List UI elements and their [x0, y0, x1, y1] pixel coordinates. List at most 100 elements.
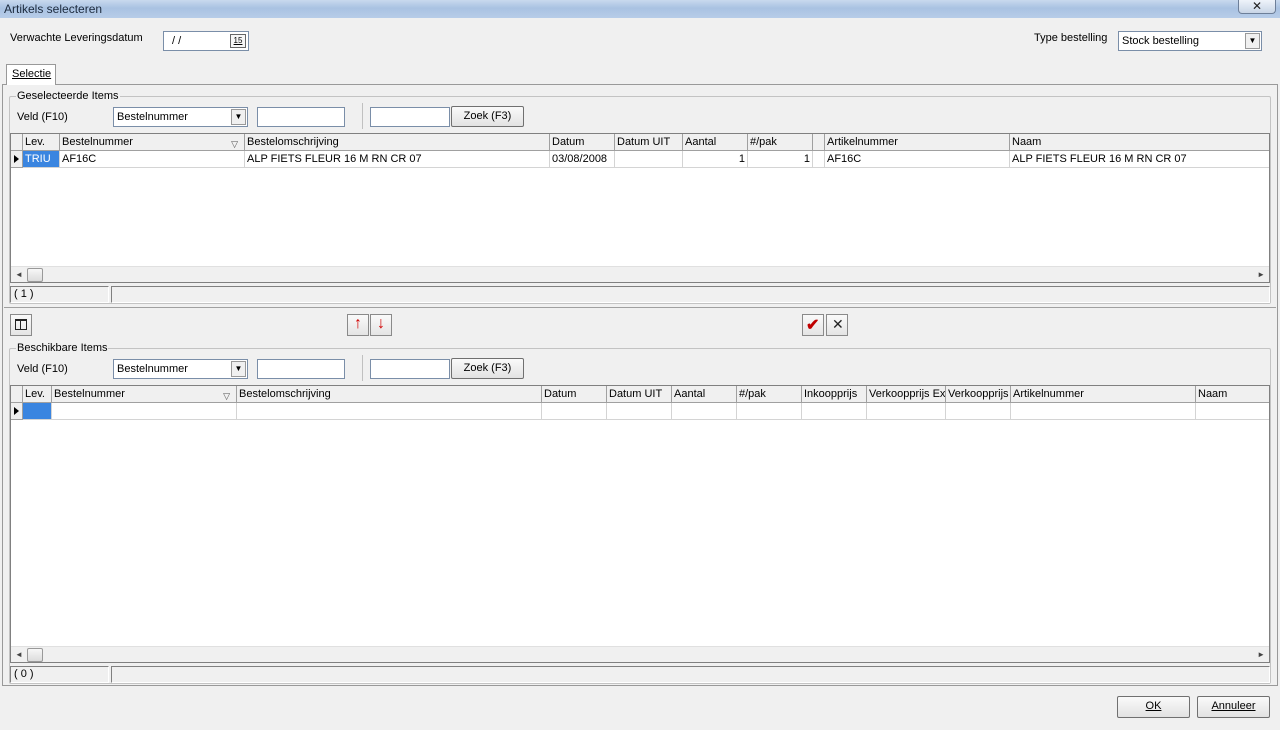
- scroll-right-icon[interactable]: ►: [1257, 270, 1265, 279]
- available-field-label: Veld (F10): [17, 363, 68, 375]
- cell-bestelomschrijving[interactable]: ALP FIETS FLEUR 16 M RN CR 07: [245, 151, 550, 168]
- toolbar-divider: [362, 103, 363, 129]
- available-search-input[interactable]: [370, 359, 450, 379]
- col-header-naam[interactable]: Naam: [1010, 134, 1269, 151]
- checkmark-icon: ✔: [806, 317, 820, 334]
- col-header-inkoopprijs[interactable]: Inkoopprijs: [802, 386, 867, 403]
- available-horizontal-scrollbar[interactable]: ◄ ►: [11, 646, 1269, 662]
- close-button[interactable]: ✕: [1238, 0, 1276, 14]
- cell-datum[interactable]: 03/08/2008: [550, 151, 615, 168]
- available-count: ( 0 ): [10, 666, 109, 683]
- col-header-artikelnummer[interactable]: Artikelnummer: [825, 134, 1010, 151]
- col-header-lev[interactable]: Lev.: [23, 386, 52, 403]
- cell-artikelnummer[interactable]: AF16C: [825, 151, 1010, 168]
- cell-pak[interactable]: 1: [748, 151, 813, 168]
- scroll-left-icon[interactable]: ◄: [15, 650, 23, 659]
- current-row-icon: [14, 407, 19, 415]
- cell-bestelnummer[interactable]: AF16C: [60, 151, 245, 168]
- scroll-right-icon[interactable]: ►: [1257, 650, 1265, 659]
- cross-icon: ✕: [832, 316, 844, 332]
- col-header-datum[interactable]: Datum: [550, 134, 615, 151]
- cell-bestelnummer[interactable]: [52, 403, 237, 420]
- scroll-left-icon[interactable]: ◄: [15, 270, 23, 279]
- row-indicator[interactable]: [11, 403, 23, 420]
- available-field-value: Bestelnummer: [117, 363, 188, 375]
- accept-button[interactable]: ✔: [802, 314, 824, 336]
- available-items-title: Beschikbare Items: [16, 342, 109, 354]
- selected-count: ( 1 ): [10, 286, 109, 303]
- selected-items-title: Geselecteerde Items: [16, 90, 120, 102]
- cell-lev[interactable]: TRIU: [23, 151, 60, 168]
- cell-datum-uit[interactable]: [615, 151, 683, 168]
- col-header-pak[interactable]: #/pak: [737, 386, 802, 403]
- row-indicator[interactable]: [11, 151, 23, 168]
- available-items-grid[interactable]: Lev. Bestelnummer ▽ Bestelomschrijving Da…: [10, 385, 1270, 663]
- scroll-thumb[interactable]: [27, 648, 43, 662]
- col-header-artikelnummer[interactable]: Artikelnummer: [1011, 386, 1196, 403]
- cell-splitter: [813, 151, 825, 168]
- col-header-bestelomschrijving[interactable]: Bestelomschrijving: [245, 134, 550, 151]
- selected-horizontal-scrollbar[interactable]: ◄ ►: [11, 266, 1269, 282]
- col-header-aantal[interactable]: Aantal: [672, 386, 737, 403]
- tab-selectie[interactable]: Selectie: [6, 64, 56, 85]
- toolbar-divider: [362, 355, 363, 381]
- cell-naam[interactable]: [1196, 403, 1269, 420]
- col-header-verkoopprijs-ex[interactable]: Verkoopprijs Ex: [867, 386, 946, 403]
- cell-inkoopprijs[interactable]: [802, 403, 867, 420]
- chevron-down-icon[interactable]: ▼: [1245, 33, 1260, 49]
- col-header-bestelnummer[interactable]: Bestelnummer ▽: [60, 134, 245, 151]
- delivery-date-field[interactable]: / / 15: [163, 31, 249, 51]
- col-header-naam[interactable]: Naam: [1196, 386, 1269, 403]
- cell-verkoopprijs-ex[interactable]: [867, 403, 946, 420]
- col-header-datum-uit[interactable]: Datum UIT: [607, 386, 672, 403]
- title-bar: Artikels selecteren ✕: [0, 0, 1280, 18]
- cell-lev[interactable]: [23, 403, 52, 420]
- col-header-splitter[interactable]: [813, 134, 825, 151]
- cancel-button[interactable]: Annuleer: [1197, 696, 1270, 718]
- col-header-aantal[interactable]: Aantal: [683, 134, 748, 151]
- reject-button[interactable]: ✕: [826, 314, 848, 336]
- selected-items-grid[interactable]: Lev. Bestelnummer ▽ Bestelomschrijving Da…: [10, 133, 1270, 283]
- scroll-thumb[interactable]: [27, 268, 43, 282]
- current-row-icon: [14, 155, 19, 163]
- available-status-bar: ( 0 ): [10, 666, 1270, 683]
- available-filter-input[interactable]: [257, 359, 345, 379]
- cell-artikelnummer[interactable]: [1011, 403, 1196, 420]
- available-status-pane: [111, 666, 1270, 683]
- order-type-select[interactable]: Stock bestelling ▼: [1118, 31, 1262, 51]
- selected-field-label: Veld (F10): [17, 111, 68, 123]
- cell-datum[interactable]: [542, 403, 607, 420]
- calendar-icon[interactable]: 15: [230, 34, 246, 48]
- col-header-verkoopprijs[interactable]: Verkoopprijs: [946, 386, 1011, 403]
- col-header-bestelnummer[interactable]: Bestelnummer ▽: [52, 386, 237, 403]
- cell-verkoopprijs[interactable]: [946, 403, 1011, 420]
- toolbar-separator: [4, 307, 1276, 308]
- ok-button[interactable]: OK: [1117, 696, 1190, 718]
- available-search-button[interactable]: Zoek (F3): [451, 358, 524, 379]
- cell-aantal[interactable]: [672, 403, 737, 420]
- col-header-bestelomschrijving[interactable]: Bestelomschrijving: [237, 386, 542, 403]
- available-field-select[interactable]: Bestelnummer ▼: [113, 359, 248, 379]
- move-up-button[interactable]: ↑: [347, 314, 369, 336]
- cell-pak[interactable]: [737, 403, 802, 420]
- col-header-pak[interactable]: #/pak: [748, 134, 813, 151]
- chevron-down-icon[interactable]: ▼: [231, 109, 246, 125]
- delivery-date-label: Verwachte Leveringsdatum: [10, 32, 143, 44]
- order-type-label: Type bestelling: [1034, 32, 1108, 44]
- col-header-datum[interactable]: Datum: [542, 386, 607, 403]
- cell-bestelomschrijving[interactable]: [237, 403, 542, 420]
- cell-aantal[interactable]: 1: [683, 151, 748, 168]
- selected-search-button[interactable]: Zoek (F3): [451, 106, 524, 127]
- header-corner: [11, 386, 23, 403]
- col-header-datum-uit[interactable]: Datum UIT: [615, 134, 683, 151]
- selected-filter-input[interactable]: [257, 107, 345, 127]
- selected-search-input[interactable]: [370, 107, 450, 127]
- cell-naam[interactable]: ALP FIETS FLEUR 16 M RN CR 07: [1010, 151, 1269, 168]
- arrow-up-icon: ↑: [354, 315, 362, 332]
- chevron-down-icon[interactable]: ▼: [231, 361, 246, 377]
- move-down-button[interactable]: ↓: [370, 314, 392, 336]
- cell-datum-uit[interactable]: [607, 403, 672, 420]
- col-header-lev[interactable]: Lev.: [23, 134, 60, 151]
- selected-field-select[interactable]: Bestelnummer ▼: [113, 107, 248, 127]
- columns-button[interactable]: [10, 314, 32, 336]
